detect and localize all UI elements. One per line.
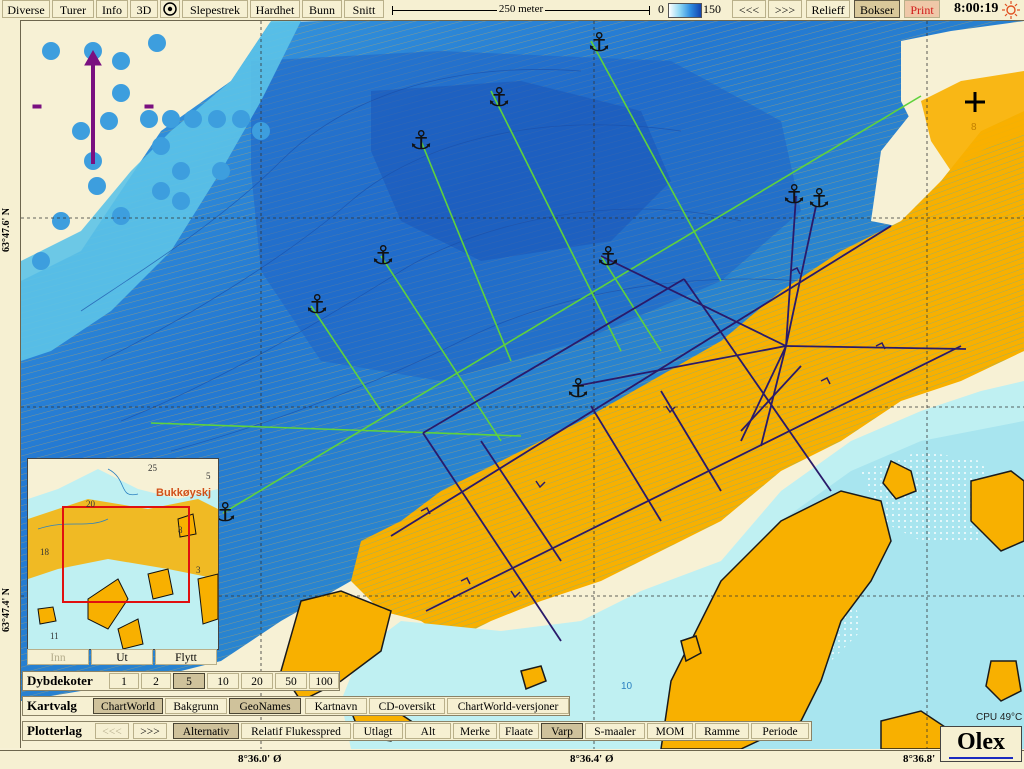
svg-text:⚓: ⚓ [587, 28, 610, 58]
zoom-out-button[interactable]: Ut [91, 649, 153, 665]
minimap-buttons: Inn Ut Flytt [27, 649, 217, 667]
kartvalg-title: Kartvalg [27, 698, 77, 713]
minimap-depth: 5 [206, 471, 211, 481]
sun-icon[interactable] [1002, 1, 1020, 19]
periode-button[interactable]: Periode [751, 723, 809, 739]
merke-button[interactable]: Merke [453, 723, 497, 739]
depth-min-label: 0 [658, 2, 664, 16]
kartvalg-panel: Kartvalg ChartWorld Bakgrunn GeoNames Ka… [22, 696, 570, 716]
longitude-label-left: 8°36.0' Ø [238, 753, 282, 765]
depth-max-label: 150 [703, 2, 721, 16]
longitude-label-right: 8°36.8' [903, 753, 936, 765]
plotterlag-title: Plotterlag [27, 723, 82, 738]
svg-text:⚓: ⚓ [782, 180, 805, 210]
longitude-bar [0, 750, 1024, 769]
contour-option[interactable]: 20 [241, 673, 273, 689]
olex-logo: Olex [940, 726, 1022, 762]
svg-text:⚓: ⚓ [487, 83, 510, 113]
bunn-button[interactable]: Bunn [302, 0, 342, 18]
svg-text:⚓: ⚓ [596, 242, 619, 272]
dybdekoter-panel: Dybdekoter 1 2 5 10 20 50 100 [22, 671, 340, 691]
bokser-button[interactable]: Bokser [854, 0, 900, 18]
scale-label: 250 meter [496, 3, 546, 15]
cd-oversikt-button[interactable]: CD-oversikt [369, 698, 445, 714]
utlagt-button[interactable]: Utlagt [353, 723, 403, 739]
alt-button[interactable]: Alt [405, 723, 451, 739]
minimap-depth: 20 [86, 499, 95, 509]
svg-text:⚓: ⚓ [305, 290, 328, 320]
kartnavn-button[interactable]: Kartnavn [305, 698, 367, 714]
contour-option[interactable]: 50 [275, 673, 307, 689]
hardhet-button[interactable]: Hardhet [250, 0, 300, 18]
alternativ-button[interactable]: Alternativ [173, 723, 239, 739]
flaate-button[interactable]: Flaate [499, 723, 539, 739]
turer-button[interactable]: Turer [52, 0, 94, 18]
cpu-temperature: CPU 49°C [976, 712, 1023, 723]
minimap-depth: 3 [196, 565, 201, 575]
chartworld-versjoner-button[interactable]: ChartWorld-versjoner [447, 698, 569, 714]
relatif-flukesspred-button[interactable]: Relatif Flukesspred [241, 723, 351, 739]
slepestrek-button[interactable]: Slepestrek [182, 0, 248, 18]
scale-bar: 250 meter [392, 2, 650, 18]
depth-color-scale [668, 3, 702, 18]
latitude-label-bottom: 63°47.4' N [1, 588, 12, 632]
chartworld-button[interactable]: ChartWorld [93, 698, 163, 714]
dybdekoter-title: Dybdekoter [27, 673, 93, 688]
move-button[interactable]: Flytt [155, 649, 217, 665]
svg-text:⚓: ⚓ [566, 374, 589, 404]
geonames-button[interactable]: GeoNames [229, 698, 301, 714]
bakgrunn-button[interactable]: Bakgrunn [165, 698, 227, 714]
plotterlag-prev-button[interactable]: <<< [95, 723, 129, 739]
svg-text:⚓: ⚓ [409, 126, 432, 156]
print-button[interactable]: Print [904, 0, 940, 18]
target-icon[interactable] [160, 0, 180, 18]
latitude-bar: 63°47.6' N 63°47.4' N [0, 20, 21, 748]
minimap-depth: 11 [50, 631, 59, 641]
info-button[interactable]: Info [96, 0, 128, 18]
next-button[interactable]: >>> [768, 0, 802, 18]
contour-option[interactable]: 100 [309, 673, 339, 689]
svg-text:⚓: ⚓ [371, 241, 394, 271]
olex-logo-text: Olex [957, 729, 1005, 755]
depth-label: 10 [621, 681, 633, 692]
relieff-button[interactable]: Relieff [806, 0, 850, 18]
contour-option[interactable]: 10 [207, 673, 239, 689]
contour-option[interactable]: 1 [109, 673, 139, 689]
plotterlag-next-button[interactable]: >>> [133, 723, 167, 739]
longitude-label-mid: 8°36.4' Ø [570, 753, 614, 765]
diverse-button[interactable]: Diverse [2, 0, 50, 18]
svg-text:⚓: ⚓ [807, 184, 830, 214]
minimap-depth: 18 [40, 547, 49, 557]
ramme-button[interactable]: Ramme [695, 723, 749, 739]
minimap-depth: 8 [178, 525, 183, 535]
overview-minimap[interactable]: Bukkøyskj 25 5 20 18 11 3 8 [27, 458, 219, 650]
zoom-in-button[interactable]: Inn [27, 649, 89, 665]
latitude-label-top: 63°47.6' N [1, 208, 12, 252]
clock-time: 8:00:19 [954, 1, 999, 16]
top-toolbar: Diverse Turer Info 3D Slepestrek Hardhet… [0, 0, 1024, 21]
3d-button[interactable]: 3D [130, 0, 158, 18]
varp-button[interactable]: Varp [541, 723, 583, 739]
minimap-place-name: Bukkøyskj [156, 487, 212, 499]
plotterlag-panel: Plotterlag <<< >>> Alternativ Relatif Fl… [22, 721, 812, 741]
minimap-depth: 25 [148, 463, 157, 473]
prev-button[interactable]: <<< [732, 0, 766, 18]
s-maaler-button[interactable]: S-maaler [585, 723, 645, 739]
contour-option[interactable]: 2 [141, 673, 171, 689]
depth-label: 8 [971, 122, 977, 133]
mom-button[interactable]: MOM [647, 723, 693, 739]
contour-option-selected[interactable]: 5 [173, 673, 205, 689]
snitt-button[interactable]: Snitt [344, 0, 384, 18]
